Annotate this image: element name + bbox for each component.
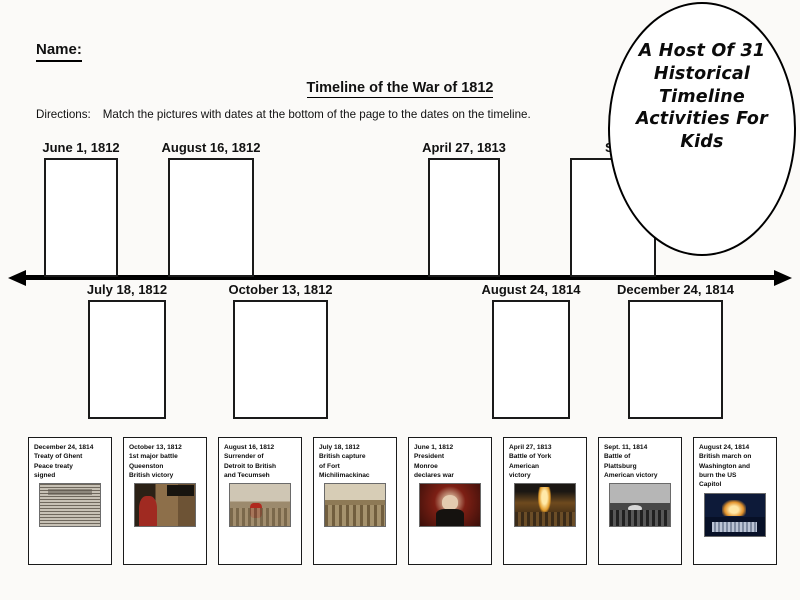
card-text: August 24, 1814 British march on Washing… [699, 443, 771, 490]
timeline-slot-bottom-1[interactable]: July 18, 1812 [87, 282, 167, 419]
timeline-slot-date: July 18, 1812 [86, 282, 168, 297]
card-line-4: declares war [414, 472, 454, 480]
timeline-slot-date: June 1, 1812 [42, 140, 120, 155]
timeline-slot-bottom-3[interactable]: August 24, 1814 [482, 282, 581, 419]
directions-text: Match the pictures with dates at the bot… [102, 108, 531, 121]
badge-line-2: Historical [653, 63, 751, 84]
page-title-text: Timeline of the War of 1812 [306, 80, 494, 98]
picture-card[interactable]: June 1, 1812 President Monroe declares w… [408, 437, 492, 565]
timeline-slot-top-3[interactable]: April 27, 1813 [422, 140, 506, 277]
card-line-3: American [509, 462, 540, 470]
card-date: July 18, 1812 [319, 444, 360, 451]
timeline-slot-date: April 27, 1813 [422, 140, 506, 155]
card-line-4: burn the US [699, 472, 737, 480]
answer-box[interactable] [233, 300, 328, 419]
card-line-2: Battle of [604, 453, 631, 461]
timeline-bar [22, 275, 778, 280]
timeline-slot-date: August 16, 1812 [161, 140, 261, 155]
timeline-slot-date: December 24, 1814 [616, 282, 735, 297]
card-line-2: Battle of York [509, 453, 552, 461]
timeline-slot-date: August 24, 1814 [481, 282, 581, 297]
picture-card[interactable]: October 13, 1812 1st major battle Queens… [123, 437, 207, 565]
card-line-2: President [414, 453, 445, 461]
timeline-slot-date: October 13, 1812 [228, 282, 333, 297]
card-line-4: British victory [129, 472, 174, 480]
card-line-4: American victory [604, 472, 658, 480]
card-text: October 13, 1812 1st major battle Queens… [129, 443, 201, 480]
picture-card[interactable]: July 18, 1812 British capture of Fort Mi… [313, 437, 397, 565]
card-line-2: Treaty of Ghent [34, 453, 83, 461]
treaty-of-ghent-document-image [39, 483, 101, 528]
burning-of-washington-painting-image [704, 492, 766, 537]
badge-line-5: Kids [680, 132, 724, 152]
card-line-3: Plattsburg [604, 462, 637, 470]
timeline-slot-bottom-4[interactable]: December 24, 1814 [617, 282, 734, 419]
card-date: October 13, 1812 [129, 444, 182, 451]
card-line-2: British capture [319, 453, 366, 461]
answer-box[interactable] [168, 158, 254, 277]
card-line-3: Monroe [414, 462, 438, 470]
card-text: August 16, 1812 Surrender of Detroit to … [224, 443, 296, 480]
card-line-4: and Tecumseh [224, 472, 270, 480]
timeline-arrowhead-right [774, 270, 792, 286]
card-text: June 1, 1812 President Monroe declares w… [414, 443, 486, 480]
card-date: August 16, 1812 [224, 444, 275, 451]
badge-text: A Host Of 31 Historical Timeline Activit… [618, 40, 786, 154]
card-line-4: signed [34, 472, 56, 480]
picture-card[interactable]: Sept. 11, 1814 Battle of Plattsburg Amer… [598, 437, 682, 565]
queenston-portrait-image [134, 483, 196, 528]
card-line-2: Surrender of [224, 453, 264, 461]
card-line-4: victory [509, 472, 531, 480]
answer-box[interactable] [44, 158, 118, 277]
fort-michilimackinac-painting-image [324, 483, 386, 528]
card-line-2: 1st major battle [129, 453, 178, 461]
card-date: December 24, 1814 [34, 444, 94, 451]
surrender-of-detroit-painting-image [229, 483, 291, 528]
president-portrait-image [419, 483, 481, 528]
timeline-slot-bottom-2[interactable]: October 13, 1812 [228, 282, 333, 419]
timeline-slot-top-1[interactable]: June 1, 1812 [42, 140, 120, 277]
battle-of-york-painting-image [514, 483, 576, 528]
answer-box[interactable] [88, 300, 166, 419]
card-line-3: of Fort [319, 462, 340, 470]
card-date: August 24, 1814 [699, 444, 750, 451]
card-text: April 27, 1813 Battle of York American v… [509, 443, 581, 480]
badge-line-1: A Host Of 31 [638, 41, 766, 61]
picture-card-strip: December 24, 1814 Treaty of Ghent Peace … [28, 437, 777, 565]
card-text: December 24, 1814 Treaty of Ghent Peace … [34, 443, 106, 480]
battle-of-plattsburg-engraving-image [609, 483, 671, 528]
picture-card[interactable]: August 24, 1814 British march on Washing… [693, 437, 777, 565]
card-date: June 1, 1812 [414, 444, 454, 451]
timeline-slot-top-2[interactable]: August 16, 1812 [162, 140, 261, 277]
badge-line-4: Activities For [636, 109, 768, 130]
card-line-3: Peace treaty [34, 462, 73, 470]
worksheet-page: Name: Timeline of the War of 1812 Direct… [0, 0, 800, 600]
promo-badge: A Host Of 31 Historical Timeline Activit… [608, 2, 796, 256]
picture-card[interactable]: August 16, 1812 Surrender of Detroit to … [218, 437, 302, 565]
name-label: Name: [36, 41, 82, 62]
answer-box[interactable] [492, 300, 570, 419]
card-date: Sept. 11, 1814 [604, 444, 648, 451]
card-date: April 27, 1813 [509, 444, 552, 451]
card-line-5: Capitol [699, 481, 722, 489]
card-line-3: Washington and [699, 462, 751, 470]
card-text: Sept. 11, 1814 Battle of Plattsburg Amer… [604, 443, 676, 480]
card-text: July 18, 1812 British capture of Fort Mi… [319, 443, 391, 480]
card-line-3: Queenston [129, 462, 164, 470]
directions-line: Directions: Match the pictures with dates… [36, 108, 636, 121]
answer-box[interactable] [628, 300, 723, 419]
card-line-3: Detroit to British [224, 462, 277, 470]
card-line-4: Michilimackinac [319, 472, 370, 480]
picture-card[interactable]: December 24, 1814 Treaty of Ghent Peace … [28, 437, 112, 565]
answer-box[interactable] [428, 158, 500, 277]
badge-line-3: Timeline [659, 86, 745, 107]
directions-label: Directions: [36, 108, 91, 121]
picture-card[interactable]: April 27, 1813 Battle of York American v… [503, 437, 587, 565]
card-line-2: British march on [699, 453, 752, 461]
